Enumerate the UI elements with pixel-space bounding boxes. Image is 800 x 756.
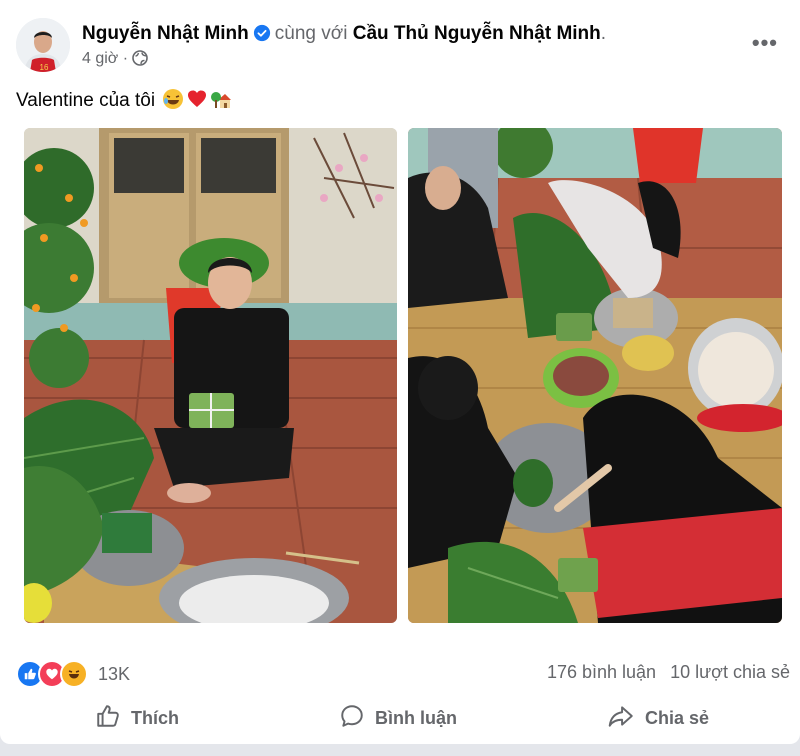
red-heart-emoji-icon xyxy=(186,88,208,118)
reactions-summary[interactable]: 13K xyxy=(16,660,130,688)
like-button[interactable]: Thích xyxy=(95,696,179,740)
laughing-face-emoji-icon xyxy=(162,88,184,118)
globe-icon[interactable] xyxy=(128,50,148,67)
author-name[interactable]: Nguyễn Nhật Minh xyxy=(82,23,249,44)
author-avatar[interactable]: 16 xyxy=(16,18,70,72)
share-label: Chia sẻ xyxy=(645,707,710,728)
reaction-count: 13K xyxy=(98,663,131,684)
tagged-name[interactable]: Cầu Thủ Nguyễn Nhật Minh xyxy=(353,23,601,44)
thumbs-up-icon xyxy=(95,703,131,734)
comment-label: Bình luận xyxy=(375,707,457,728)
with-text: cùng với xyxy=(274,23,348,44)
post-card: 16 Nguyễn Nhật Minh cùng với Cầu Thủ Nguy… xyxy=(0,0,800,744)
svg-text:16: 16 xyxy=(40,63,49,72)
post-caption: Valentine của tôi xyxy=(16,88,232,118)
house-with-tree-emoji-icon xyxy=(210,88,232,118)
comment-button[interactable]: Bình luận xyxy=(339,696,457,740)
comment-count[interactable]: 176 bình luận xyxy=(547,662,656,682)
more-options-button[interactable]: ••• xyxy=(752,30,778,56)
post-photo-1[interactable] xyxy=(24,128,397,623)
post-meta: 4 giờ · xyxy=(82,50,148,68)
action-bar: Thích Bình luận Chia sẻ xyxy=(0,696,800,740)
like-label: Thích xyxy=(131,707,179,728)
share-button[interactable]: Chia sẻ xyxy=(607,696,709,740)
post-time[interactable]: 4 giờ xyxy=(82,50,118,67)
author-line: Nguyễn Nhật Minh cùng với Cầu Thủ Nguyễn … xyxy=(82,22,606,49)
engagement-stats: 176 bình luận 10 lượt chia sẻ xyxy=(533,662,790,683)
caption-text: Valentine của tôi xyxy=(16,90,156,111)
share-arrow-icon xyxy=(607,703,645,734)
verified-badge-icon xyxy=(253,24,271,49)
post-photo-2[interactable] xyxy=(408,128,782,623)
comment-bubble-icon xyxy=(339,703,375,734)
haha-icon xyxy=(60,660,88,688)
share-count[interactable]: 10 lượt chia sẻ xyxy=(670,662,790,682)
